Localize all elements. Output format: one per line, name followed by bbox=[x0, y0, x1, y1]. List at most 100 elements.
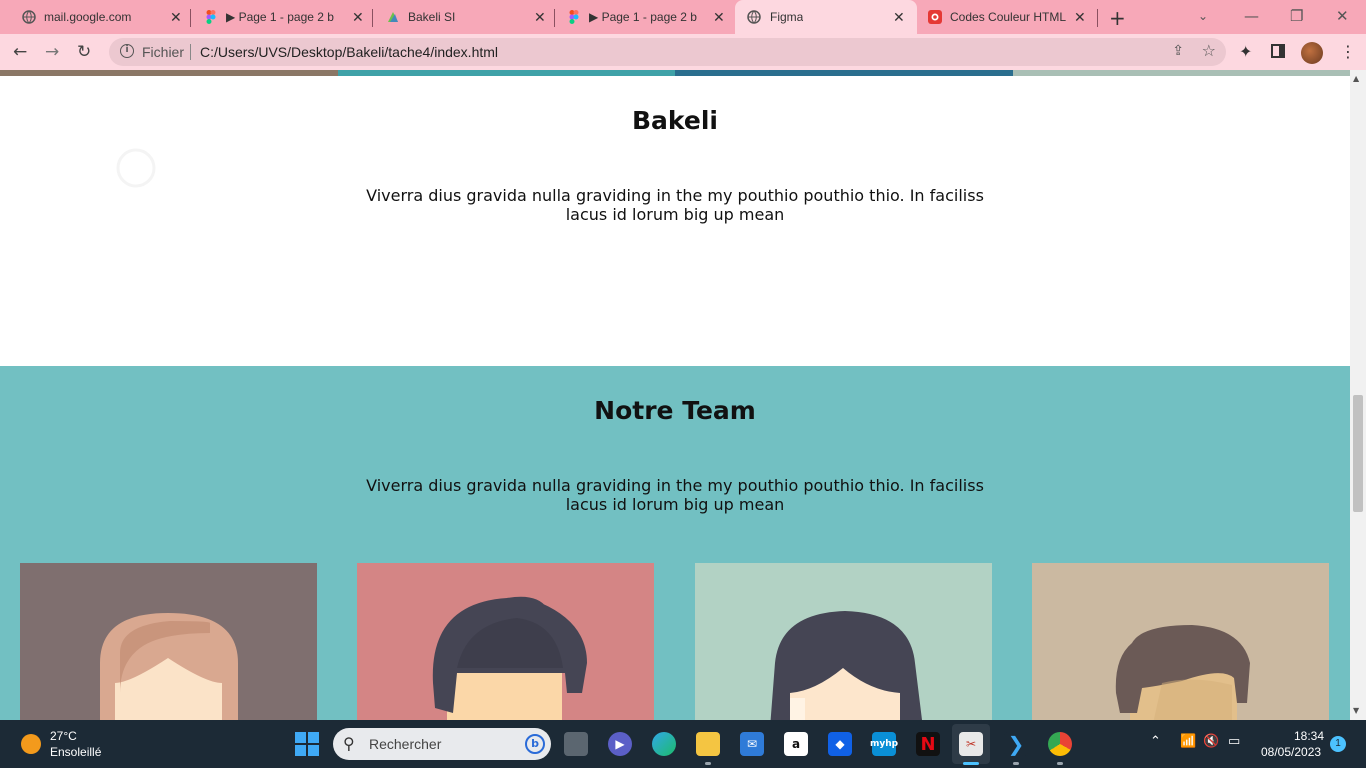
tab-figma-page1[interactable]: ▶ Page 1 - page 2 bak ✕ bbox=[204, 0, 372, 34]
dropbox-icon[interactable]: ◆ bbox=[828, 732, 852, 756]
weather-temperature[interactable]: 27°C bbox=[50, 729, 77, 743]
figma-icon bbox=[204, 10, 218, 24]
share-icon[interactable]: ⇪ bbox=[1172, 43, 1184, 59]
mail-icon[interactable]: ✉ bbox=[740, 732, 764, 756]
tab-title: ▶ Page 1 - page 2 bak bbox=[589, 10, 697, 24]
bookmark-star-icon[interactable]: ☆ bbox=[1202, 41, 1216, 60]
tab-figma-page1-b[interactable]: ▶ Page 1 - page 2 bak ✕ bbox=[567, 0, 735, 34]
close-icon[interactable]: ✕ bbox=[1074, 9, 1086, 26]
browser-tab-strip: mail.google.com ✕ ▶ Page 1 - page 2 bak … bbox=[0, 0, 1366, 34]
new-tab-button[interactable]: + bbox=[1109, 6, 1126, 30]
team-member-card bbox=[695, 563, 992, 720]
tray-chevron-up-icon[interactable]: ⌃ bbox=[1150, 734, 1161, 749]
tab-bakeli-si[interactable]: Bakeli SI ✕ bbox=[386, 0, 554, 34]
edge-browser-icon[interactable] bbox=[652, 732, 676, 756]
color-codes-icon bbox=[928, 10, 942, 24]
team-member-card bbox=[357, 563, 654, 720]
weather-description[interactable]: Ensoleillé bbox=[50, 745, 101, 759]
wifi-icon[interactable]: 📶 bbox=[1180, 734, 1196, 749]
figma-icon bbox=[567, 10, 581, 24]
bakeli-description: Viverra dius gravida nulla graviding in … bbox=[355, 186, 995, 224]
extensions-puzzle-icon[interactable]: ✦ bbox=[1239, 42, 1252, 61]
url-text[interactable]: C:/Users/UVS/Desktop/Bakeli/tache4/index… bbox=[200, 44, 498, 60]
avatar-man-brown-hair-icon bbox=[1115, 625, 1250, 720]
team-member-card bbox=[1032, 563, 1329, 720]
side-panel-icon[interactable] bbox=[1271, 43, 1285, 62]
search-placeholder: Rechercher bbox=[369, 736, 442, 752]
globe-icon bbox=[22, 10, 36, 24]
bakeli-description-line2: lacus id lorum big up mean bbox=[565, 205, 785, 224]
tab-title: Figma bbox=[770, 10, 804, 24]
clock-time[interactable]: 18:34 bbox=[1294, 729, 1324, 743]
globe-icon bbox=[747, 10, 761, 24]
taskbar-search-box[interactable]: ⚲ Rechercher b bbox=[333, 728, 551, 760]
task-view-icon[interactable] bbox=[564, 732, 588, 756]
site-info-icon[interactable]: i bbox=[120, 44, 134, 58]
amazon-icon[interactable]: a bbox=[784, 732, 808, 756]
tab-title: Bakeli SI bbox=[408, 10, 456, 24]
window-close-icon[interactable]: ✕ bbox=[1336, 7, 1349, 25]
teams-chat-icon[interactable]: ▶ bbox=[608, 732, 632, 756]
page-viewport: Bakeli Viverra dius gravida nulla gravid… bbox=[0, 70, 1350, 720]
color-strip-segment bbox=[337, 70, 675, 76]
tab-codes-couleur[interactable]: Codes Couleur HTML ✕ bbox=[928, 0, 1096, 34]
scroll-down-arrow-icon[interactable]: ▼ bbox=[1353, 706, 1359, 715]
tab-title: ▶ Page 1 - page 2 bak bbox=[226, 10, 334, 24]
color-strip-segment bbox=[1012, 70, 1350, 76]
page-scrollbar[interactable]: ▲ ▼ bbox=[1350, 70, 1366, 720]
team-section-title: Notre Team bbox=[594, 396, 756, 425]
team-member-card bbox=[20, 563, 317, 720]
notification-badge[interactable]: 1 bbox=[1330, 736, 1346, 752]
close-icon[interactable]: ✕ bbox=[352, 9, 364, 26]
forward-arrow-icon[interactable]: → bbox=[45, 42, 59, 62]
close-icon[interactable]: ✕ bbox=[170, 9, 182, 26]
team-description: Viverra dius gravida nulla graviding in … bbox=[355, 476, 995, 514]
tab-search-icon[interactable]: ⌄ bbox=[1198, 9, 1208, 23]
volume-muted-icon[interactable]: 🔇 bbox=[1203, 734, 1219, 749]
color-strip-segment bbox=[0, 70, 338, 76]
snipping-tool-icon[interactable]: ✂ bbox=[959, 732, 983, 756]
profile-avatar[interactable] bbox=[1301, 42, 1323, 64]
close-icon[interactable]: ✕ bbox=[534, 9, 546, 26]
avatar-woman-blonde-icon bbox=[100, 613, 238, 720]
netflix-icon[interactable]: N bbox=[916, 732, 940, 756]
chrome-icon[interactable] bbox=[1048, 732, 1072, 756]
browser-toolbar: ← → ↻ i Fichier C:/Users/UVS/Desktop/Bak… bbox=[0, 34, 1366, 70]
address-bar[interactable]: i Fichier C:/Users/UVS/Desktop/Bakeli/ta… bbox=[109, 38, 1226, 66]
color-strip-segment bbox=[675, 70, 1013, 76]
tab-title: Codes Couleur HTML bbox=[950, 10, 1067, 24]
tab-title: mail.google.com bbox=[44, 10, 132, 24]
team-description-line2: lacus id lorum big up mean bbox=[565, 495, 785, 514]
clock-date[interactable]: 08/05/2023 bbox=[1261, 745, 1321, 759]
search-icon: ⚲ bbox=[343, 734, 355, 753]
vscode-icon[interactable]: ❯ bbox=[1004, 732, 1028, 756]
scroll-thumb[interactable] bbox=[1353, 395, 1363, 512]
weather-sun-icon[interactable] bbox=[21, 734, 41, 754]
minimize-icon[interactable]: — bbox=[1244, 7, 1259, 25]
avatar-man-dark-hair-icon bbox=[432, 596, 587, 720]
battery-icon[interactable]: ▭ bbox=[1228, 734, 1240, 749]
back-arrow-icon[interactable]: ← bbox=[13, 42, 27, 62]
team-description-line1: Viverra dius gravida nulla graviding in … bbox=[366, 476, 984, 495]
close-icon[interactable]: ✕ bbox=[893, 9, 905, 26]
bakeli-section-title: Bakeli bbox=[632, 106, 718, 135]
menu-kebab-icon[interactable]: ⋮ bbox=[1340, 42, 1356, 61]
tab-mail[interactable]: mail.google.com ✕ bbox=[22, 0, 190, 34]
windows-start-icon[interactable] bbox=[295, 732, 319, 756]
scroll-up-arrow-icon[interactable]: ▲ bbox=[1353, 74, 1359, 83]
team-section: Notre Team Viverra dius gravida nulla gr… bbox=[0, 366, 1350, 720]
bakeli-description-line1: Viverra dius gravida nulla graviding in … bbox=[366, 186, 984, 205]
restore-icon[interactable]: ❐ bbox=[1290, 7, 1303, 25]
faint-logo-icon bbox=[116, 148, 156, 188]
windows-taskbar: 27°C Ensoleillé ⚲ Rechercher b ▶ ✉ a ◆ m… bbox=[0, 720, 1366, 768]
close-icon[interactable]: ✕ bbox=[713, 9, 725, 26]
myhp-icon[interactable]: myhp bbox=[870, 732, 898, 756]
avatar-woman-dark-hair-icon bbox=[770, 611, 923, 720]
tab-figma-active[interactable]: Figma ✕ bbox=[735, 0, 917, 34]
scheme-label: Fichier bbox=[142, 44, 185, 60]
reload-icon[interactable]: ↻ bbox=[77, 42, 91, 62]
bing-icon[interactable]: b bbox=[525, 734, 545, 754]
bakeli-icon bbox=[386, 10, 400, 24]
header-color-strip bbox=[0, 70, 1350, 76]
file-explorer-icon[interactable] bbox=[696, 732, 720, 756]
